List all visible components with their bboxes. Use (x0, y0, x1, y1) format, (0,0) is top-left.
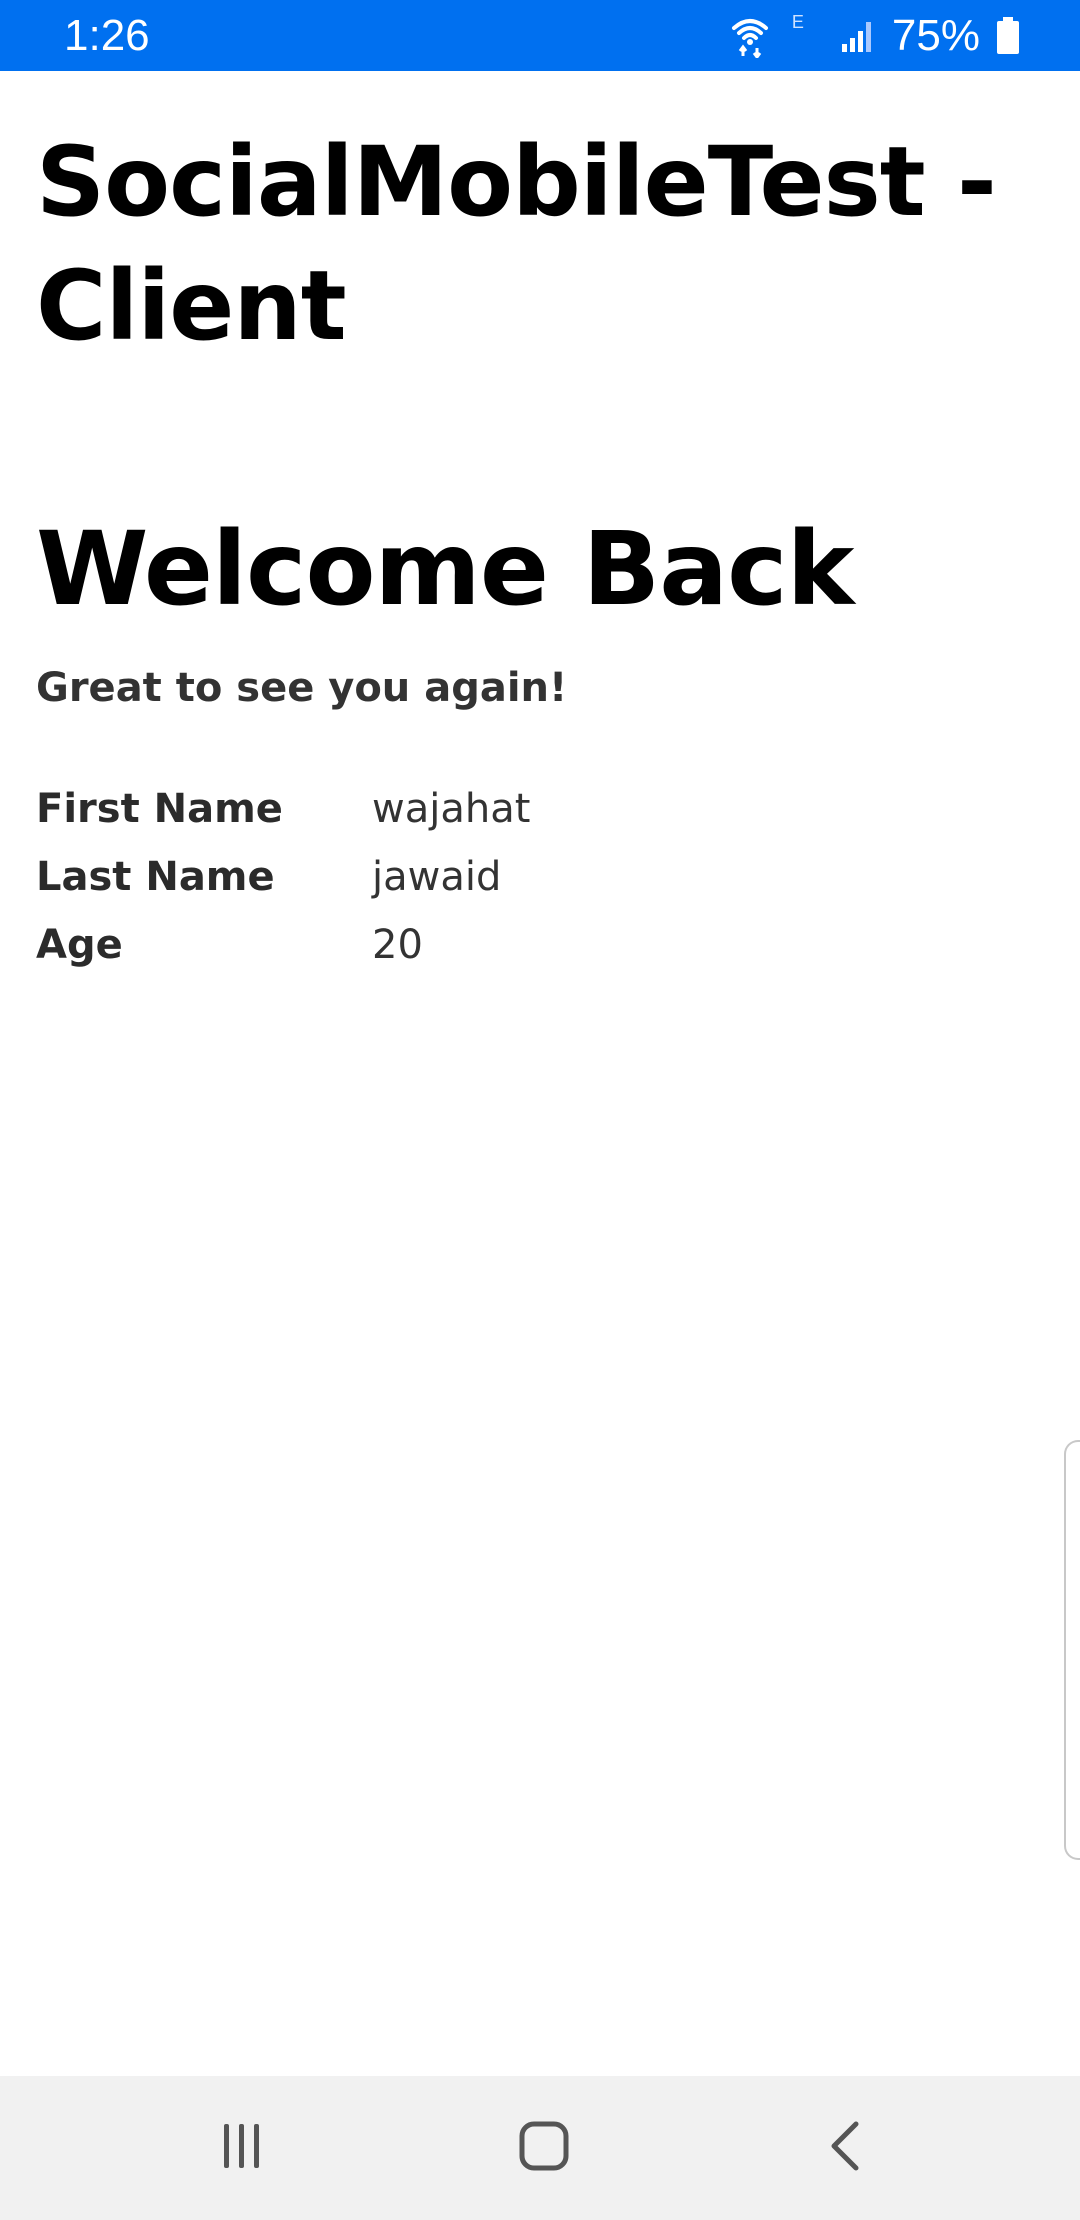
first-name-value: wajahat (372, 786, 531, 832)
signal-icon (840, 18, 876, 54)
profile-row-last-name: Last Name jawaid (36, 843, 936, 911)
age-label: Age (36, 922, 123, 968)
last-name-label: Last Name (36, 854, 275, 900)
home-icon (518, 2120, 570, 2177)
wifi-icon (730, 14, 770, 58)
navigation-bar (0, 2076, 1080, 2220)
edge-panel-handle[interactable] (1064, 1440, 1080, 1860)
recents-icon (218, 2122, 266, 2175)
status-icons: E 75% (730, 10, 1020, 62)
back-icon (826, 2120, 866, 2177)
first-name-label: First Name (36, 786, 283, 832)
profile-row-first-name: First Name wajahat (36, 775, 936, 843)
welcome-title: Welcome Back (36, 510, 854, 629)
welcome-subtitle: Great to see you again! (36, 665, 568, 711)
battery-icon (996, 17, 1020, 55)
age-value: 20 (372, 922, 423, 968)
network-type-label: E (791, 11, 804, 32)
home-button[interactable] (504, 2108, 584, 2188)
profile-details: First Name wajahat Last Name jawaid Age … (36, 775, 936, 979)
status-time: 1:26 (64, 11, 150, 60)
app-screen: 1:26 E 75% SocialMobileTest - Client Wel… (0, 0, 1080, 2220)
app-title: SocialMobileTest - Client (36, 126, 997, 362)
recents-button[interactable] (202, 2108, 282, 2188)
profile-row-age: Age 20 (36, 911, 936, 979)
back-button[interactable] (806, 2108, 886, 2188)
status-bar: 1:26 E 75% (0, 0, 1080, 71)
last-name-value: jawaid (372, 854, 502, 900)
battery-percent: 75% (891, 11, 980, 60)
